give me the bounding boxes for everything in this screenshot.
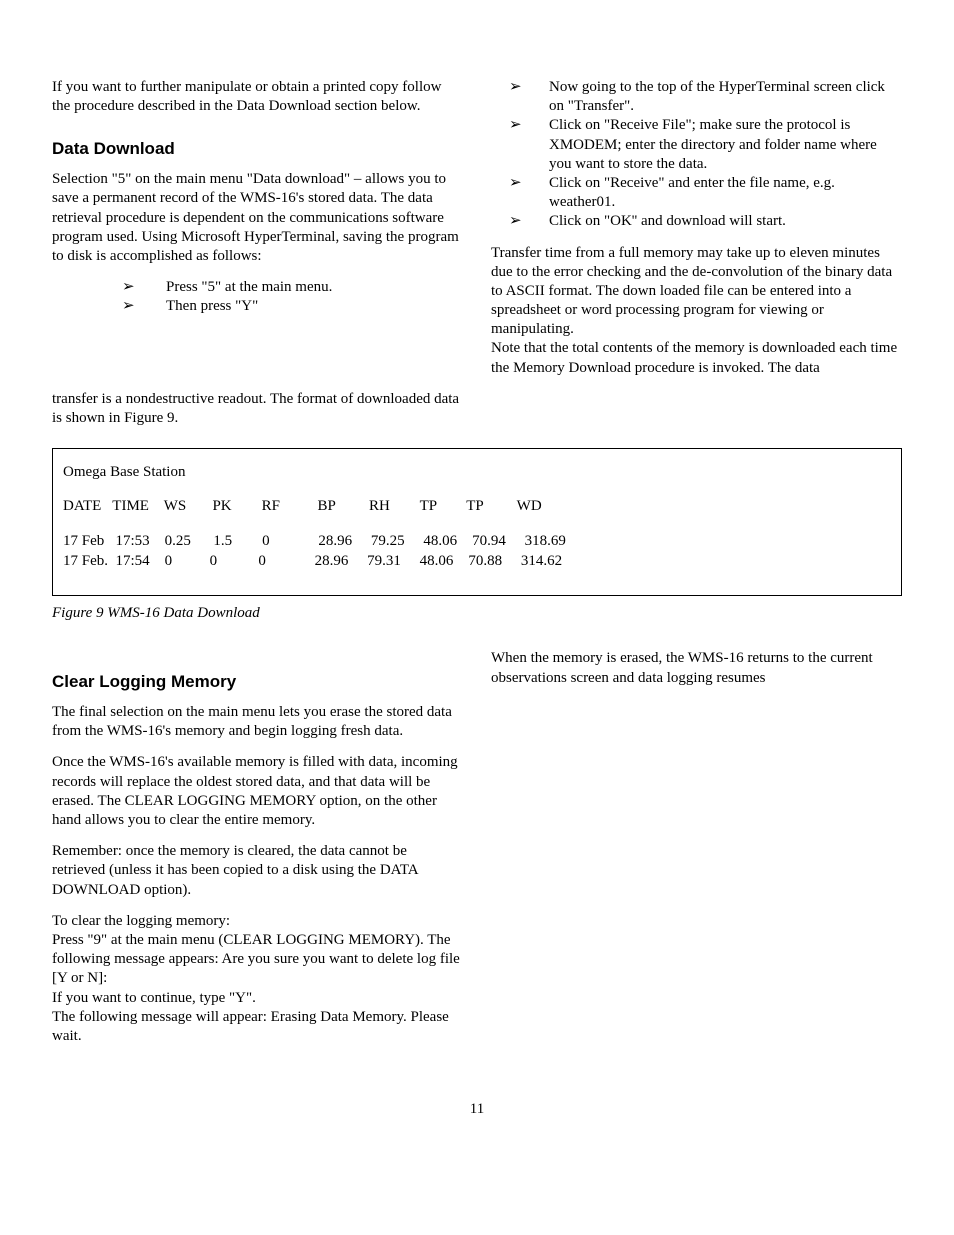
figure-9-box: Omega Base Station DATE TIME WS PK RF BP…: [52, 448, 902, 596]
clear-para-4c: If you want to continue, type "Y".: [52, 989, 463, 1008]
data-download-intro: Selection "5" on the main menu "Data dow…: [52, 170, 463, 266]
lower-columns: Clear Logging Memory The final selection…: [52, 649, 902, 1058]
step-text: Click on "Receive File"; make sure the p…: [549, 116, 902, 174]
bullet-icon: ➢: [509, 116, 523, 174]
intro-paragraph: If you want to further manipulate or obt…: [52, 78, 463, 116]
clear-para-4d: The following message will appear: Erasi…: [52, 1008, 463, 1046]
nondestructive-paragraph: transfer is a nondestructive readout. Th…: [52, 390, 462, 428]
left-column-lower: Clear Logging Memory The final selection…: [52, 649, 463, 1058]
figure-row-2: 17 Feb. 17:54 0 0 0 28.96 79.31 48.06 70…: [63, 551, 891, 571]
steps-right: ➢ Now going to the top of the HyperTermi…: [491, 78, 902, 232]
clear-para-3: Remember: once the memory is cleared, th…: [52, 842, 463, 900]
step-text: Press "5" at the main menu.: [166, 278, 463, 297]
step-ok: ➢ Click on "OK'' and download will start…: [509, 212, 902, 231]
clear-para-4b: Press "9" at the main menu (CLEAR LOGGIN…: [52, 931, 463, 989]
figure-row-1: 17 Feb 17:53 0.25 1.5 0 28.96 79.25 48.0…: [63, 531, 891, 551]
step-press-5: ➢ Press "5" at the main menu.: [122, 278, 463, 297]
transfer-time-paragraph: Transfer time from a full memory may tak…: [491, 244, 902, 340]
figure-title: Omega Base Station: [63, 463, 891, 482]
figure-9-caption: Figure 9 WMS-16 Data Download: [52, 604, 902, 623]
bullet-icon: ➢: [122, 278, 136, 297]
clear-para-4a: To clear the logging memory:: [52, 912, 463, 931]
steps-left: ➢ Press "5" at the main menu. ➢ Then pre…: [52, 278, 463, 316]
right-column-lower: When the memory is erased, the WMS-16 re…: [491, 649, 902, 1058]
bullet-icon: ➢: [509, 212, 523, 231]
step-press-y: ➢ Then press "Y": [122, 297, 463, 316]
step-text: Click on "Receive" and enter the file na…: [549, 174, 902, 212]
heading-data-download: Data Download: [52, 138, 463, 160]
bullet-icon: ➢: [509, 174, 523, 212]
memory-note-paragraph: Note that the total contents of the memo…: [491, 339, 902, 377]
heading-clear-memory: Clear Logging Memory: [52, 671, 463, 693]
step-transfer: ➢ Now going to the top of the HyperTermi…: [509, 78, 902, 116]
bullet-icon: ➢: [122, 297, 136, 316]
clear-para-1: The final selection on the main menu let…: [52, 703, 463, 741]
step-text: Then press "Y": [166, 297, 463, 316]
page-number: 11: [52, 1100, 902, 1119]
step-receive: ➢ Click on "Receive" and enter the file …: [509, 174, 902, 212]
left-column: If you want to further manipulate or obt…: [52, 78, 463, 390]
right-column: ➢ Now going to the top of the HyperTermi…: [491, 78, 902, 390]
clear-right-para: When the memory is erased, the WMS-16 re…: [491, 649, 902, 687]
step-receive-file: ➢ Click on "Receive File"; make sure the…: [509, 116, 902, 174]
step-text: Click on "OK'' and download will start.: [549, 212, 902, 231]
clear-para-2: Once the WMS-16's available memory is fi…: [52, 753, 463, 830]
bullet-icon: ➢: [509, 78, 523, 116]
upper-columns: If you want to further manipulate or obt…: [52, 78, 902, 390]
step-text: Now going to the top of the HyperTermina…: [549, 78, 902, 116]
figure-table-header: DATE TIME WS PK RF BP RH TP TP WD: [63, 496, 891, 516]
